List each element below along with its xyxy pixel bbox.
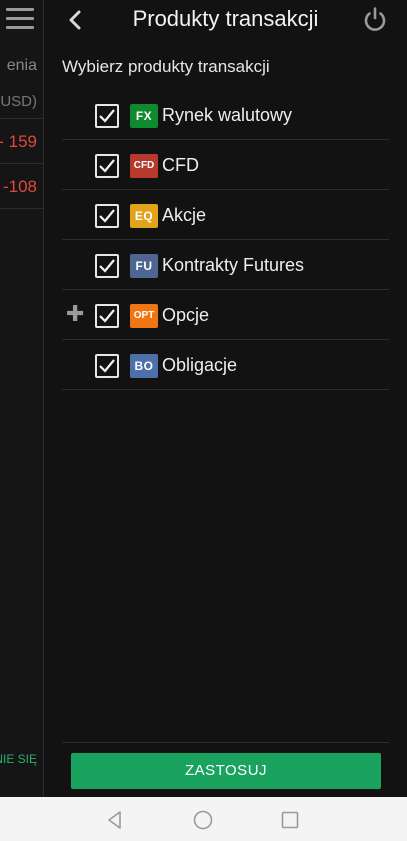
- checkbox-checked[interactable]: [95, 254, 119, 278]
- checkbox-checked[interactable]: [95, 104, 119, 128]
- product-row-fu[interactable]: FU Kontrakty Futures: [62, 240, 389, 290]
- panel-header: Produkty transakcji: [44, 0, 407, 42]
- menu-icon[interactable]: [6, 8, 34, 30]
- expand-plus-icon[interactable]: ✚: [66, 303, 84, 325]
- opt-badge-icon: OPT: [130, 304, 158, 328]
- checkbox-checked[interactable]: [95, 304, 119, 328]
- product-row-eq[interactable]: EQ Akcje: [62, 190, 389, 240]
- product-label: Opcje: [162, 305, 210, 325]
- cfd-badge-icon: CFD: [130, 154, 158, 178]
- product-label: Kontrakty Futures: [162, 255, 305, 275]
- nav-back-icon[interactable]: [104, 809, 126, 831]
- product-label: Rynek walutowy: [162, 105, 293, 125]
- divider: [0, 163, 43, 164]
- product-list: FX Rynek walutowy CFD CFD EQ Akcje FU Ko…: [62, 90, 389, 390]
- background-value: -108: [2, 177, 37, 196]
- page-title: Produkty transakcji: [132, 6, 319, 31]
- checkbox-checked[interactable]: [95, 354, 119, 378]
- product-row-cfd[interactable]: CFD CFD: [62, 140, 389, 190]
- product-row-fx[interactable]: FX Rynek walutowy: [62, 90, 389, 140]
- background-action-text: NIE SIĘ: [0, 752, 37, 766]
- bo-badge-icon: BO: [130, 354, 158, 378]
- fx-badge-icon: FX: [130, 104, 158, 128]
- nav-recents-icon[interactable]: [279, 809, 301, 831]
- product-label: Obligacje: [162, 355, 238, 375]
- footer-divider: [62, 742, 389, 743]
- background-value: - 159: [0, 132, 37, 151]
- product-label: Akcje: [162, 205, 207, 225]
- divider: [0, 118, 43, 119]
- background-text: USD): [0, 93, 37, 110]
- fu-badge-icon: FU: [130, 254, 158, 278]
- checkbox-checked[interactable]: [95, 154, 119, 178]
- system-navigation-bar: [0, 797, 407, 841]
- background-text: enia: [6, 57, 37, 74]
- checkbox-checked[interactable]: [95, 204, 119, 228]
- product-row-bo[interactable]: BO Obligacje: [62, 340, 389, 390]
- apply-button[interactable]: ZASTOSUJ: [71, 753, 381, 789]
- background-panel: enia USD) - 159 -108 NIE SIĘ: [0, 0, 43, 797]
- nav-home-icon[interactable]: [192, 809, 214, 831]
- product-row-opt[interactable]: ✚ OPT Opcje: [62, 290, 389, 340]
- power-icon[interactable]: [361, 5, 389, 33]
- divider: [0, 208, 43, 209]
- product-label: CFD: [162, 155, 199, 175]
- eq-badge-icon: EQ: [130, 204, 158, 228]
- product-selection-panel: Produkty transakcji Wybierz produkty tra…: [44, 0, 407, 797]
- section-heading: Wybierz produkty transakcji: [62, 57, 270, 76]
